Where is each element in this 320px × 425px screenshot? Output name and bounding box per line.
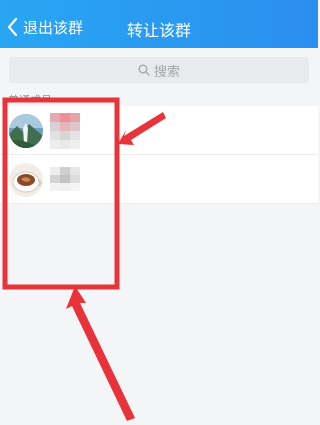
search-placeholder: 搜索	[153, 64, 180, 80]
page-title: 转让该群	[126, 21, 191, 40]
search-icon	[138, 64, 150, 76]
landscape-avatar	[9, 114, 43, 148]
empty-area	[0, 206, 318, 425]
search-area: 搜索	[0, 48, 318, 90]
member-list	[0, 106, 318, 204]
search-input[interactable]: 搜索	[9, 57, 309, 83]
member-name-blurred	[50, 162, 80, 198]
member-row[interactable]	[0, 106, 318, 155]
title-bar: 退出该群 转让该群	[0, 0, 318, 48]
member-name-blurred	[50, 113, 80, 149]
coffee-cup-avatar	[9, 163, 43, 197]
status-bar	[0, 0, 318, 7]
section-label: 普通成员	[8, 94, 52, 102]
member-row[interactable]	[0, 155, 318, 204]
